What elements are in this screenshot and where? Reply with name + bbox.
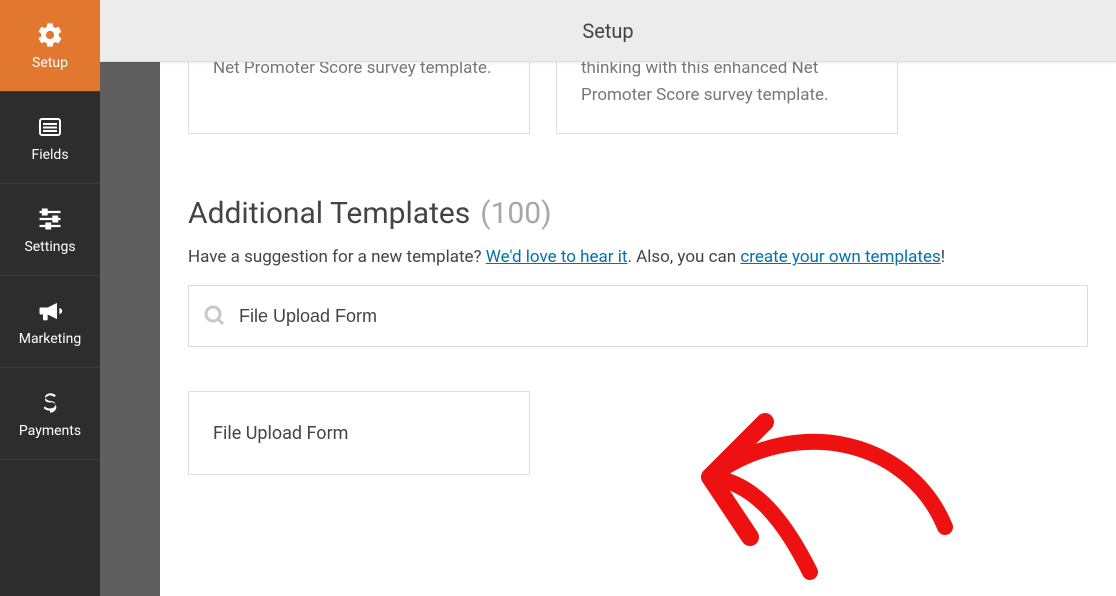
subline-text: . Also, you can	[627, 247, 740, 267]
subline: Have a suggestion for a new template? We…	[188, 247, 1088, 267]
page-title: Setup	[582, 19, 633, 43]
sidebar-item-label: Payments	[19, 423, 81, 439]
sidebar-item-label: Fields	[31, 147, 68, 163]
templates-count: (100)	[480, 196, 551, 231]
sidebar-item-settings[interactable]: Settings	[0, 184, 100, 276]
sidebar-item-marketing[interactable]: Marketing	[0, 276, 100, 368]
sidebar-item-setup[interactable]: Setup	[0, 0, 100, 92]
subline-text: !	[941, 247, 945, 267]
dollar-icon	[36, 389, 64, 417]
search-icon	[203, 304, 227, 328]
sidebar: Setup Fields Settings Marketing Payments	[0, 0, 100, 596]
template-search[interactable]	[188, 285, 1088, 347]
template-result-file-upload[interactable]: File Upload Form	[188, 391, 530, 475]
sliders-icon	[36, 205, 64, 233]
sidebar-item-payments[interactable]: Payments	[0, 368, 100, 460]
gear-icon	[36, 21, 64, 49]
bullhorn-icon	[36, 297, 64, 325]
annotation-arrow	[680, 382, 980, 582]
additional-templates-heading: Additional Templates (100)	[188, 196, 1088, 231]
heading-text: Additional Templates	[188, 196, 470, 231]
sidebar-item-label: Settings	[24, 239, 75, 255]
create-templates-link[interactable]: create your own templates	[740, 247, 940, 267]
search-input[interactable]	[239, 306, 1073, 327]
feedback-link[interactable]: We'd love to hear it	[486, 247, 628, 267]
setup-panel: Net Promoter Score survey template. thin…	[160, 62, 1116, 596]
subline-text: Have a suggestion for a new template?	[188, 247, 486, 267]
sidebar-item-label: Setup	[32, 55, 68, 71]
sidebar-item-fields[interactable]: Fields	[0, 92, 100, 184]
header-bar: Setup	[100, 0, 1116, 62]
result-title: File Upload Form	[213, 423, 348, 444]
card-text: thinking with this enhanced Net Promoter…	[581, 58, 829, 105]
list-icon	[36, 113, 64, 141]
sidebar-item-label: Marketing	[19, 331, 82, 347]
